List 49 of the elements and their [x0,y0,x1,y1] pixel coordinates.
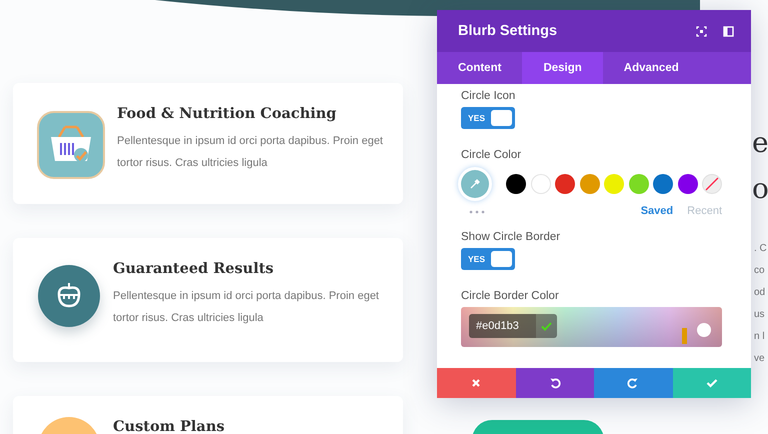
drag-handle[interactable] [697,323,711,337]
text-fragment: us [754,308,766,322]
heading-fragment: e [752,125,768,161]
sidebar-icon[interactable] [723,26,734,36]
close-icon [470,377,482,389]
field-label: Circle Icon [461,90,516,102]
clear-color-swatch[interactable] [702,174,722,194]
color-swatch[interactable] [555,174,576,194]
color-swatch[interactable] [580,174,600,194]
eyedropper-icon [468,178,481,190]
toggle-switch[interactable]: YES [461,107,515,129]
color-swatch[interactable] [506,174,526,194]
fullscreen-icon[interactable] [696,26,707,36]
heading-fragment: o [752,171,768,207]
redo-button[interactable] [594,368,672,398]
text-fragment: od [754,286,766,300]
hex-input-field[interactable]: #e0d1b3 [469,314,536,338]
tab[interactable]: Advanced [602,52,700,84]
color-swatch[interactable] [628,174,649,194]
card-title: Custom Plans [113,418,225,434]
panel-title: Blurb Settings [458,23,558,39]
undo-button[interactable] [516,368,594,398]
card-description: Pellentesque in ipsum id orci porta dapibus. Proin eget tortor risus. Cras ultricies ligula [117,134,384,171]
undo-icon [548,377,561,389]
toggle-switch[interactable]: YES [461,248,515,270]
check-icon[interactable] [541,322,552,330]
text-fragment: . C [754,242,768,256]
more-icon[interactable] [469,210,485,214]
color-swatch[interactable] [530,174,551,194]
card-title: Guaranteed Results [113,260,275,277]
field-label: Circle Border Color [461,290,560,302]
color-picker[interactable]: #e0d1b3 [461,307,722,347]
redo-icon [627,377,640,389]
color-swatch[interactable] [604,174,624,194]
field-label: Circle Color [461,149,522,161]
text-fragment: ve [754,352,766,366]
text-fragment: n l [754,330,766,344]
color-swatch[interactable] [653,174,674,194]
tab[interactable]: Content [437,52,522,84]
color-marker [682,328,687,344]
color-swatch[interactable] [678,174,698,194]
check-icon [706,377,718,389]
text-fragment: co [754,264,766,278]
tab[interactable]: Design [522,52,603,84]
field-label: Show Circle Border [461,231,562,243]
eyedropper-button[interactable] [458,167,492,201]
palette-tab[interactable]: Saved [640,205,674,217]
card-description: Pellentesque in ipsum id orci porta dapibus. Proin eget tortor risus. Cras ultricies ligula [113,289,380,326]
card-title: Food & Nutrition Coaching [117,105,338,122]
